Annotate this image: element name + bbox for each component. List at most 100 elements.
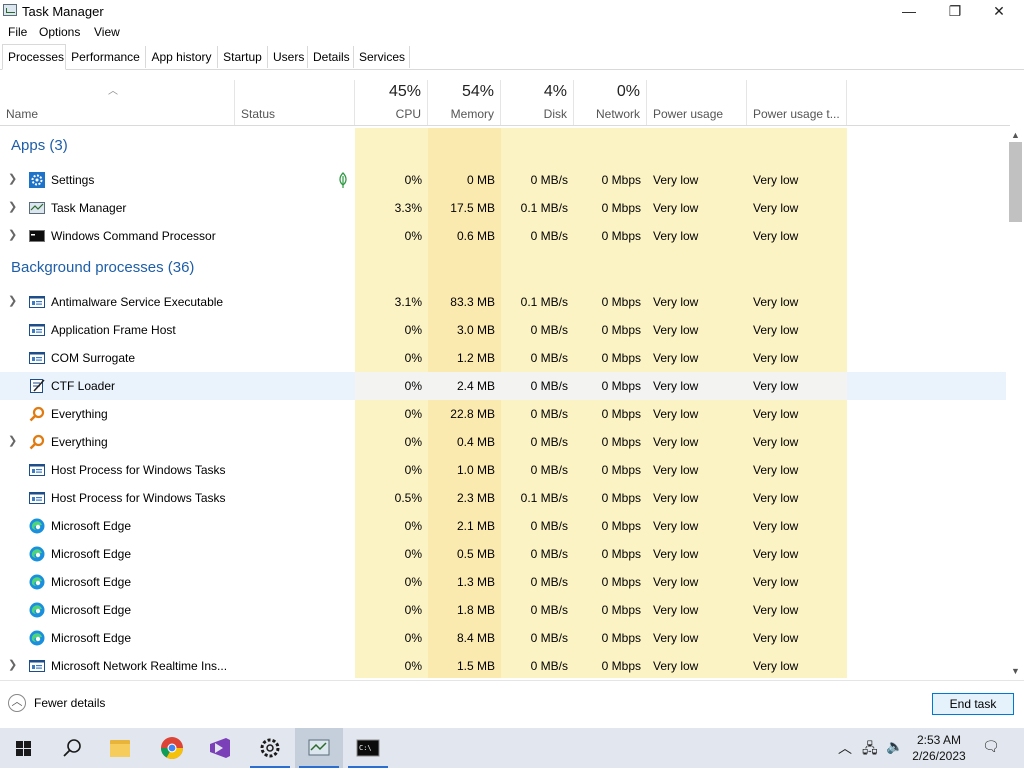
process-row[interactable]: Microsoft Edge 0% 1.3 MB 0 MB/s 0 Mbps Very l… [0,568,1006,596]
column-name-label: Name [6,107,39,121]
fewer-details-link[interactable]: Fewer details [34,696,105,710]
window-title: Task Manager [22,4,104,19]
process-row[interactable]: Application Frame Host 0% 3.0 MB 0 MB/s 0 Mb… [0,316,1006,344]
tab-strip: Processes Performance App history Startu… [0,44,1024,70]
network-cell: 0 Mbps [574,484,647,512]
scroll-up-icon[interactable]: ▲ [1011,130,1020,140]
network-cell: 0 Mbps [574,540,647,568]
power-usage-cell: Very low [647,344,747,372]
memory-total: 54% [461,83,494,100]
chevron-up-circle-icon[interactable]: ︿ [8,694,26,712]
tab-app-history[interactable]: App history [146,46,218,68]
service-window-icon [29,322,45,338]
group-header-background[interactable]: Background processes (36) [0,250,1006,288]
power-usage-cell: Very low [647,428,747,456]
network-icon[interactable]: 🖧 [862,738,878,762]
memory-cell: 83.3 MB [428,288,501,316]
end-task-button[interactable]: End task [932,693,1014,715]
cpu-cell: 0% [355,456,428,484]
vertical-scrollbar[interactable]: ▲ ▼ [1008,128,1024,678]
process-row[interactable]: Everything 0% 22.8 MB 0 MB/s 0 Mbps Very low V… [0,400,1006,428]
minimize-button[interactable]: — [886,0,932,22]
close-button[interactable]: ✕ [976,0,1022,22]
taskbar-task-manager[interactable] [295,728,343,768]
power-trend-cell: Very low [747,372,847,400]
process-row[interactable]: ❯ Task Manager 3.3% 17.5 MB 0.1 MB/s 0 Mbps Ve… [0,194,1006,222]
disk-cell: 0 MB/s [501,222,574,250]
process-row[interactable]: Microsoft Edge 0% 8.4 MB 0 MB/s 0 Mbps Very l… [0,624,1006,652]
cpu-cell: 0% [355,400,428,428]
tab-performance[interactable]: Performance [66,46,146,68]
expand-chevron-icon[interactable]: ❯ [8,200,17,213]
column-power-trend[interactable]: Power usage t... [747,80,847,125]
taskbar-command-prompt[interactable]: C:\ [344,728,392,768]
cpu-cell: 0% [355,540,428,568]
tab-services[interactable]: Services [354,46,410,68]
group-header-apps[interactable]: Apps (3) [0,128,1006,166]
network-cell: 0 Mbps [574,624,647,652]
service-window-icon [29,294,45,310]
ctf-loader-icon [29,378,45,394]
expand-chevron-icon[interactable]: ❯ [8,172,17,185]
process-row[interactable]: Microsoft Edge 0% 0.5 MB 0 MB/s 0 Mbps Very l… [0,540,1006,568]
column-disk[interactable]: 4% Disk [501,80,574,125]
restore-button[interactable]: ❐ [932,0,978,22]
search-button[interactable] [48,728,96,768]
disk-cell: 0 MB/s [501,596,574,624]
cpu-cell: 0% [355,652,428,678]
taskbar-visual-studio[interactable] [196,728,244,768]
scroll-thumb[interactable] [1009,142,1022,222]
power-trend-cell: Very low [747,568,847,596]
menu-file[interactable]: File [8,25,27,39]
network-cell: 0 Mbps [574,568,647,596]
start-button[interactable] [0,728,48,768]
menu-bar: File Options View [0,22,1024,42]
action-center-icon[interactable]: 🗨 [982,738,1000,755]
clock[interactable]: 2:53 AM 2/26/2023 [912,732,966,764]
volume-icon[interactable]: 🔈 [886,738,903,755]
process-row[interactable]: Microsoft Edge 0% 1.8 MB 0 MB/s 0 Mbps Very l… [0,596,1006,624]
process-row[interactable]: CTF Loader 0% 2.4 MB 0 MB/s 0 Mbps Very low Ve… [0,372,1006,400]
expand-chevron-icon[interactable]: ❯ [8,658,17,671]
cpu-cell: 0% [355,344,428,372]
memory-cell: 0 MB [428,166,501,194]
expand-chevron-icon[interactable]: ❯ [8,434,17,447]
taskbar-chrome[interactable] [148,728,196,768]
taskbar-file-explorer[interactable] [96,728,144,768]
chrome-icon [161,737,183,759]
scroll-down-icon[interactable]: ▼ [1011,666,1020,676]
process-row[interactable]: Host Process for Windows Tasks 0.5% 2.3 MB… [0,484,1006,512]
process-row[interactable]: ❯ Everything 0% 0.4 MB 0 MB/s 0 Mbps Very low V… [0,428,1006,456]
tab-users[interactable]: Users [268,46,308,68]
process-row[interactable]: COM Surrogate 0% 1.2 MB 0 MB/s 0 Mbps Very lo… [0,344,1006,372]
taskbar-settings[interactable] [246,728,294,768]
process-row[interactable]: Host Process for Windows Tasks 0% 1.0 MB 0 … [0,456,1006,484]
column-memory[interactable]: 54% Memory [428,80,501,125]
network-cell: 0 Mbps [574,194,647,222]
menu-options[interactable]: Options [39,25,80,39]
cpu-cell: 0% [355,596,428,624]
process-row[interactable]: ❯ Settings 0% 0 MB 0 MB/s 0 Mbps Very low Very … [0,166,1006,194]
process-row[interactable]: Microsoft Edge 0% 2.1 MB 0 MB/s 0 Mbps Very l… [0,512,1006,540]
tab-startup[interactable]: Startup [218,46,268,68]
tab-details[interactable]: Details [308,46,354,68]
network-total: 0% [616,83,640,100]
column-network[interactable]: 0% Network [574,80,647,125]
process-row[interactable]: ❯ Windows Command Processor 0% 0.6 MB 0 MB/s… [0,222,1006,250]
group-heat-cell [428,250,501,288]
column-cpu[interactable]: 45% CPU [355,80,428,125]
process-row[interactable]: ❯ Antimalware Service Executable 3.1% 83.3 … [0,288,1006,316]
power-usage-cell: Very low [647,652,747,678]
show-hidden-icons-chevron-icon[interactable]: ︿ [838,738,852,758]
expand-chevron-icon[interactable]: ❯ [8,294,17,307]
process-row[interactable]: ❯ Microsoft Network Realtime Ins... 0% 1.5 … [0,652,1006,678]
process-name: Antimalware Service Executable [51,295,224,309]
menu-view[interactable]: View [94,25,120,39]
tab-processes[interactable]: Processes [2,44,66,70]
expand-chevron-icon[interactable]: ❯ [8,228,17,241]
column-power-usage[interactable]: Power usage [647,80,747,125]
column-name[interactable]: ︿ Name [0,80,235,125]
column-status[interactable]: Status [235,80,355,125]
memory-cell: 1.8 MB [428,596,501,624]
group-heat-cell [574,128,647,166]
